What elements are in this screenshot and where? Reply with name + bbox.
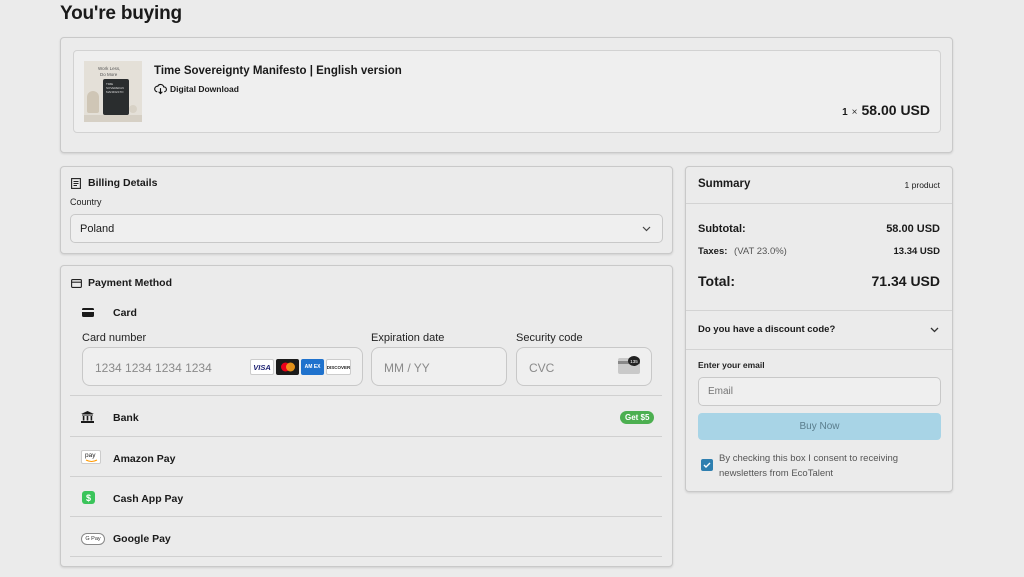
country-select[interactable]: Poland [70,214,663,243]
taxes-value: 13.34 USD [893,246,940,257]
taxes-row: Taxes: (VAT 23.0%) [698,246,787,257]
total-value: 71.34 USD [871,273,940,289]
mastercard-icon [276,359,299,375]
cash-app-icon-text: $ [85,492,91,503]
summary-product-count: 1 product [904,180,940,190]
expiration-date-input[interactable]: MM / YY [371,347,507,386]
thumbnail-vase [87,91,99,113]
google-pay-icon: G Pay [81,533,105,545]
chevron-down-icon [930,327,939,333]
buy-now-button[interactable]: Buy Now [698,413,941,440]
card-number-placeholder: 1234 1234 1234 1234 [95,361,212,375]
amazon-pay-icon-text: pay [85,452,96,459]
bank-icon [81,411,94,423]
payment-option-bank[interactable]: Bank Get $5 [70,397,662,437]
thumbnail-base [84,115,142,122]
product-item: Work Less, Do More TIME SOVEREIGNTY MANI… [73,50,941,133]
buy-now-label: Buy Now [799,421,840,432]
cash-app-icon: $ [82,491,95,504]
subtotal-label: Subtotal: [698,223,746,235]
visa-text: VISA [253,362,271,372]
product-type: Digital Download [154,83,239,95]
multiply-sign: × [851,107,858,118]
amex-text: AM EX [304,363,321,370]
billing-details-title: Billing Details [88,177,158,189]
payment-method-header: Payment Method [71,277,172,289]
payment-option-amazon-pay[interactable]: pay Amazon Pay [70,437,662,477]
amex-icon: AM EX [301,359,324,375]
discount-code-label: Do you have a discount code? [698,324,836,335]
cvc-badge: 135 [628,356,640,366]
cash-app-pay-label: Cash App Pay [113,493,184,505]
expiration-date-label: Expiration date [371,332,445,344]
newsletter-checkbox[interactable] [701,459,713,471]
thumbnail-tablet: TIME SOVEREIGNTY MANIFESTO [103,79,129,115]
cvc-card-icon: 135 [618,356,640,374]
card-option-label: Card [113,307,137,319]
card-icon [82,308,94,317]
newsletter-consent-text: By checking this box I consent to receiv… [719,451,898,481]
product-name[interactable]: Time Sovereignty Manifesto | English ver… [154,65,402,77]
page-title: You're buying [60,3,182,24]
email-label: Enter your email [698,360,765,370]
email-input[interactable] [698,377,941,406]
google-pay-label: Google Pay [113,533,171,545]
payment-method-title: Payment Method [88,277,173,289]
bank-label: Bank [113,412,139,424]
chevron-down-icon [642,226,651,232]
discover-text: DISCOVER [326,364,351,370]
cvc-badge-text: 135 [630,358,638,364]
summary-title: Summary [698,178,751,190]
consent-line-2: newsletters from EcoTalent [719,468,834,479]
security-code-label: Security code [516,332,583,344]
thumbnail-ball [129,105,137,113]
thumbnail-line-2: Do More [100,72,118,77]
checkmark-icon [703,462,711,468]
card-number-label: Card number [82,332,147,344]
card-number-input[interactable]: 1234 1234 1234 1234 VISA AM EX DISCOVER [82,347,363,386]
country-label: Country [70,197,102,207]
security-code-placeholder: CVC [529,361,555,375]
thumbnail-line-1: Work Less, [98,66,121,71]
thumbnail-book-title: TIME SOVEREIGNTY MANIFESTO [106,82,124,94]
total-label: Total: [698,273,736,289]
product-price-line: 1 × 58.00 USD [842,102,930,118]
visa-icon: VISA [250,359,274,375]
get-five-dollars-badge: Get $5 [620,411,655,424]
discount-code-toggle[interactable]: Do you have a discount code? [686,311,952,349]
product-quantity: 1 [842,107,848,118]
billing-details-header: Billing Details [71,177,157,189]
summary-divider-3 [686,349,952,350]
payment-option-card[interactable]: Card Card number 1234 1234 1234 1234 VIS… [70,296,662,396]
summary-divider-1 [686,203,952,204]
amazon-pay-label: Amazon Pay [113,453,176,465]
security-code-input[interactable]: CVC 135 [516,347,652,386]
subtotal-value: 58.00 USD [886,223,940,235]
product-thumbnail: Work Less, Do More TIME SOVEREIGNTY MANI… [84,61,142,122]
amazon-pay-icon: pay [81,450,101,464]
payment-option-cash-app-pay[interactable]: $ Cash App Pay [70,477,662,517]
discover-icon: DISCOVER [326,359,351,375]
google-pay-icon-text: G Pay [85,536,101,542]
document-icon [71,177,81,189]
product-type-label: Digital Download [170,84,239,94]
credit-card-icon [71,278,82,288]
consent-line-1: By checking this box I consent to receiv… [719,453,899,464]
payment-option-google-pay[interactable]: G Pay Google Pay [70,517,662,557]
product-price: 58.00 USD [861,102,930,118]
taxes-detail: (VAT 23.0%) [734,246,787,257]
taxes-label: Taxes: [698,246,728,257]
expiration-date-placeholder: MM / YY [384,361,430,375]
cloud-download-icon [154,83,167,95]
country-value: Poland [80,223,115,235]
